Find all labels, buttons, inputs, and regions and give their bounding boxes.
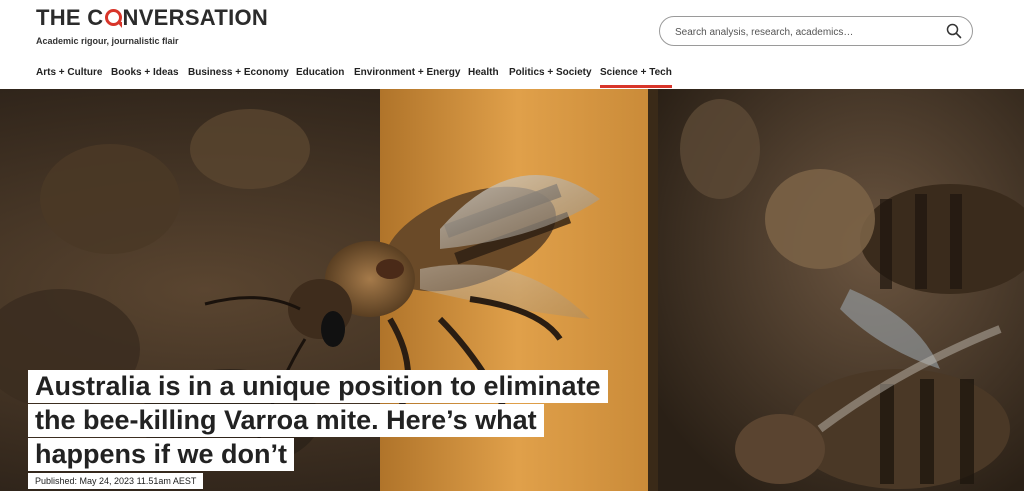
nav-item-arts-culture[interactable]: Arts + Culture: [36, 67, 102, 78]
nav-item-science-tech[interactable]: Science + Tech: [600, 67, 672, 88]
nav-item-business-economy[interactable]: Business + Economy: [188, 67, 289, 78]
logo-text-end: NVERSATION: [122, 5, 269, 30]
nav-item-politics-society[interactable]: Politics + Society: [509, 67, 592, 78]
search-box[interactable]: [659, 16, 973, 46]
section-nav: Arts + Culture Books + Ideas Business + …: [0, 60, 1024, 89]
headline-line: happens if we don’t: [28, 438, 295, 471]
nav-item-environment-energy[interactable]: Environment + Energy: [354, 67, 460, 78]
search-icon[interactable]: [946, 23, 962, 39]
published-date: Published: May 24, 2023 11.51am AEST: [28, 473, 204, 489]
nav-item-books-ideas[interactable]: Books + Ideas: [111, 67, 179, 78]
headline-line: Australia is in a unique position to eli…: [28, 370, 608, 403]
nav-item-education[interactable]: Education: [296, 67, 344, 78]
nav-item-health[interactable]: Health: [468, 67, 499, 78]
site-logo[interactable]: THE C NVERSATION: [36, 5, 268, 31]
speech-bubble-icon: [104, 9, 122, 28]
site-tagline: Academic rigour, journalistic flair: [36, 36, 179, 46]
site-header: THE C NVERSATION Academic rigour, journal…: [0, 0, 1024, 60]
headline-line: the bee-killing Varroa mite. Here’s what: [28, 404, 544, 437]
logo-text-start: THE C: [36, 5, 104, 30]
article-headline: Australia is in a unique position to eli…: [28, 370, 668, 472]
search-input[interactable]: [673, 23, 927, 41]
